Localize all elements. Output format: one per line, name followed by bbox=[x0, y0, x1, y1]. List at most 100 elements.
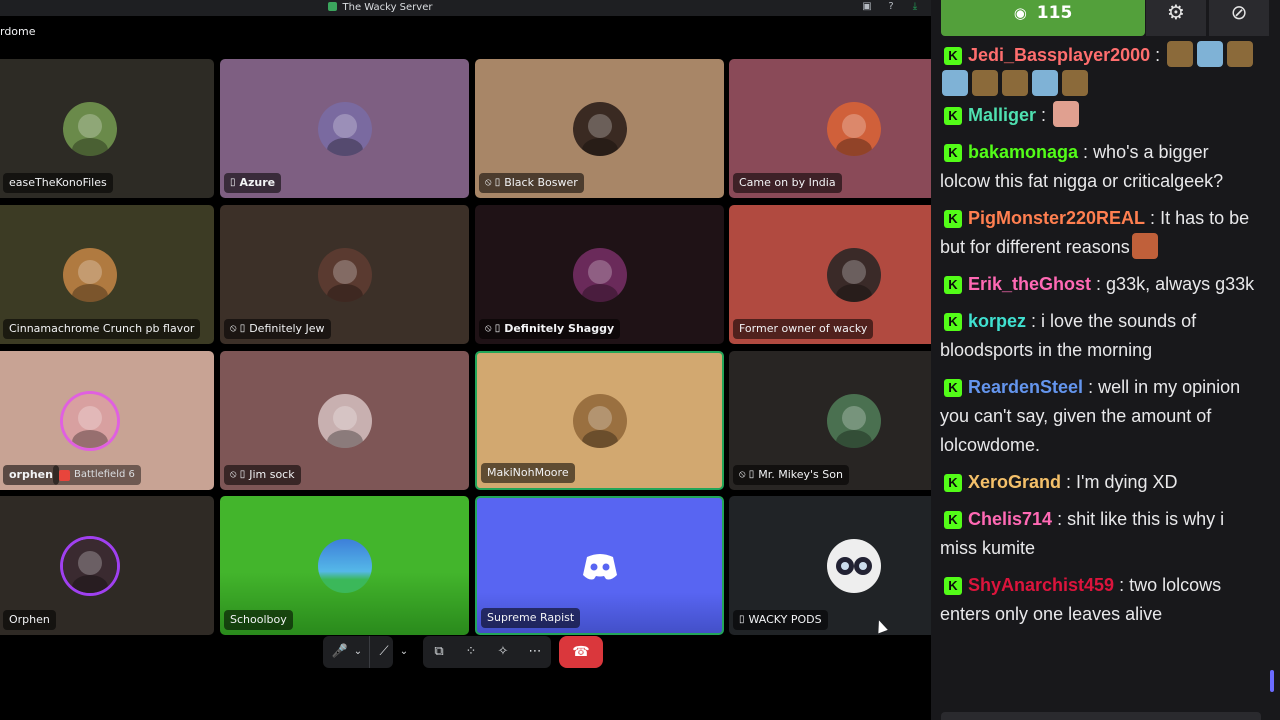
status-icons: ⦸ ▯ bbox=[230, 323, 246, 334]
participant-name: Definitely Jew bbox=[249, 322, 325, 335]
chat-emote-icon bbox=[1227, 41, 1254, 67]
avatar bbox=[62, 101, 117, 156]
chat-username[interactable]: korpez bbox=[968, 311, 1026, 331]
status-icons: ▯ bbox=[739, 614, 745, 625]
participant-name: Supreme Rapist bbox=[487, 611, 575, 624]
chat-username[interactable]: ShyAnarchist459 bbox=[968, 575, 1114, 595]
participant-tile[interactable]: ⦸ ▯ Mr. Mikey's Son bbox=[729, 351, 931, 490]
participant-nametag: MakiNohMoore bbox=[481, 463, 575, 483]
participant-tile[interactable]: Cinnamachrome Crunch pb flavor bbox=[0, 205, 214, 344]
activity-badge: Battlefield 6 bbox=[53, 465, 141, 485]
participant-name: Came on by India bbox=[739, 176, 836, 189]
avatar bbox=[317, 247, 372, 302]
participant-nametag: easeTheKonoFiles bbox=[3, 173, 113, 193]
participant-tile[interactable]: MakiNohMoore bbox=[475, 351, 724, 490]
kick-badge-icon: K bbox=[944, 47, 962, 65]
participant-name: orphen bbox=[9, 468, 53, 481]
settings-button[interactable]: ⚙ bbox=[1146, 0, 1206, 36]
separator: : bbox=[1078, 142, 1094, 162]
chat-username[interactable]: PigMonster220REAL bbox=[968, 208, 1145, 228]
participant-name: Definitely Shaggy bbox=[504, 322, 615, 335]
download-icon[interactable]: ⤓ bbox=[909, 1, 921, 13]
separator: : bbox=[1114, 575, 1130, 595]
separator: : bbox=[1145, 208, 1161, 228]
participant-tile[interactable]: Supreme Rapist bbox=[475, 496, 724, 635]
participant-nametag: Schoolboy bbox=[224, 610, 293, 630]
chat-username[interactable]: Erik_theGhost bbox=[968, 274, 1091, 294]
help-icon[interactable]: ? bbox=[885, 1, 897, 13]
participant-tile[interactable]: ⦸ ▯ Jim sock bbox=[220, 351, 469, 490]
chat-username[interactable]: Jedi_Bassplayer2000 bbox=[968, 45, 1150, 65]
gear-icon: ⚙ bbox=[1167, 0, 1185, 24]
viewer-count-badge[interactable]: ◉ 115 bbox=[941, 0, 1145, 36]
scrollbar-thumb[interactable] bbox=[1270, 670, 1274, 692]
camera-off-icon[interactable]: ⟋ bbox=[375, 636, 393, 668]
chat-username[interactable]: Malliger bbox=[968, 105, 1036, 125]
participant-name: Cinnamachrome Crunch pb flavor bbox=[9, 322, 195, 335]
kick-badge-icon: K bbox=[944, 474, 962, 492]
chat-message: K Chelis714 : shit like this is why i mis… bbox=[931, 503, 1271, 569]
status-icons: ⦸ ▯ bbox=[230, 469, 246, 480]
chat-emote-icon bbox=[1131, 233, 1158, 259]
participant-nametag: ▯ Azure bbox=[224, 173, 282, 193]
kick-badge-icon: K bbox=[944, 313, 962, 331]
participant-nametag: Came on by India bbox=[733, 173, 842, 193]
chat-username[interactable]: bakamonaga bbox=[968, 142, 1078, 162]
chat-message: K XeroGrand : I'm dying XD bbox=[931, 466, 1271, 503]
game-icon bbox=[59, 469, 70, 481]
channel-name: rdome bbox=[0, 25, 36, 38]
avatar bbox=[317, 393, 372, 448]
activities-icon[interactable]: ⁘ bbox=[461, 636, 481, 668]
participant-name: Azure bbox=[239, 176, 276, 189]
participant-tile[interactable]: ⦸ ▯ Definitely Jew bbox=[220, 205, 469, 344]
chat-username[interactable]: Chelis714 bbox=[968, 509, 1052, 529]
kick-badge-icon: K bbox=[944, 107, 962, 125]
participant-tile[interactable]: Schoolboy bbox=[220, 496, 469, 635]
participant-tile[interactable]: orphen Battlefield 6 bbox=[0, 351, 214, 490]
chat-emote-icon bbox=[1062, 70, 1088, 96]
participant-tile[interactable]: ⦸ ▯ Black Boswer bbox=[475, 59, 724, 198]
avatar bbox=[826, 538, 881, 593]
camera-caret-icon[interactable]: ⌄ bbox=[397, 636, 411, 668]
soundboard-icon[interactable]: ✧ bbox=[493, 636, 513, 668]
participant-nametag: ⦸ ▯ Black Boswer bbox=[479, 173, 584, 193]
camera-group: ⟋ ⌄ bbox=[367, 636, 415, 668]
actions-group: ⧉ ⁘ ✧ ⋯ bbox=[423, 636, 551, 668]
eye-icon: ◉ bbox=[1013, 4, 1027, 22]
separator: : bbox=[1150, 45, 1166, 65]
separator: : bbox=[1083, 377, 1099, 397]
participant-name: Jim sock bbox=[249, 468, 295, 481]
participant-name: Former owner of wacky bbox=[739, 322, 868, 335]
more-options-icon[interactable]: ⋯ bbox=[525, 636, 545, 668]
popout-button[interactable]: ⊘ bbox=[1209, 0, 1269, 36]
participant-tile[interactable]: Came on by India bbox=[729, 59, 931, 198]
participant-tile[interactable]: ▯ WACKY PODS bbox=[729, 496, 931, 635]
kick-badge-icon: K bbox=[944, 144, 962, 162]
chat-text: g33k, always g33k bbox=[1106, 274, 1255, 294]
participant-tile[interactable]: Former owner of wacky bbox=[729, 205, 931, 344]
chat-message: Kbakamonaga : who's a bigger lolcow this… bbox=[931, 136, 1271, 202]
participant-tile[interactable]: ⦸ ▯ Definitely Shaggy bbox=[475, 205, 724, 344]
participant-tile[interactable]: Orphen bbox=[0, 496, 214, 635]
chat-message: K ShyAnarchist459 : two lolcows enters on… bbox=[931, 569, 1271, 635]
status-icons: ⦸ ▯ bbox=[739, 469, 755, 480]
mic-caret-icon[interactable]: ⌄ bbox=[351, 636, 365, 668]
disconnect-button[interactable]: ☎ bbox=[559, 636, 603, 668]
kick-badge-icon: K bbox=[944, 577, 962, 595]
title-bar: The Wacky Server ▣ ? ⤓ bbox=[0, 0, 931, 16]
chat-username[interactable]: XeroGrand bbox=[968, 472, 1061, 492]
mic-icon[interactable]: 🎤 bbox=[331, 636, 349, 668]
separator: : bbox=[1036, 105, 1052, 125]
chat-username[interactable]: ReardenSteel bbox=[968, 377, 1083, 397]
screen-share-icon[interactable]: ⧉ bbox=[429, 636, 449, 668]
chat-text: I'm dying XD bbox=[1076, 472, 1178, 492]
window-title: The Wacky Server bbox=[0, 1, 760, 14]
participant-nametag: Cinnamachrome Crunch pb flavor bbox=[3, 319, 201, 339]
participant-name: Schoolboy bbox=[230, 613, 287, 626]
kick-badge-icon: K bbox=[944, 276, 962, 294]
separator: : bbox=[1061, 472, 1077, 492]
avatar bbox=[62, 247, 117, 302]
participant-tile[interactable]: easeTheKonoFiles bbox=[0, 59, 214, 198]
inbox-icon[interactable]: ▣ bbox=[861, 1, 873, 13]
participant-tile[interactable]: ▯ Azure bbox=[220, 59, 469, 198]
